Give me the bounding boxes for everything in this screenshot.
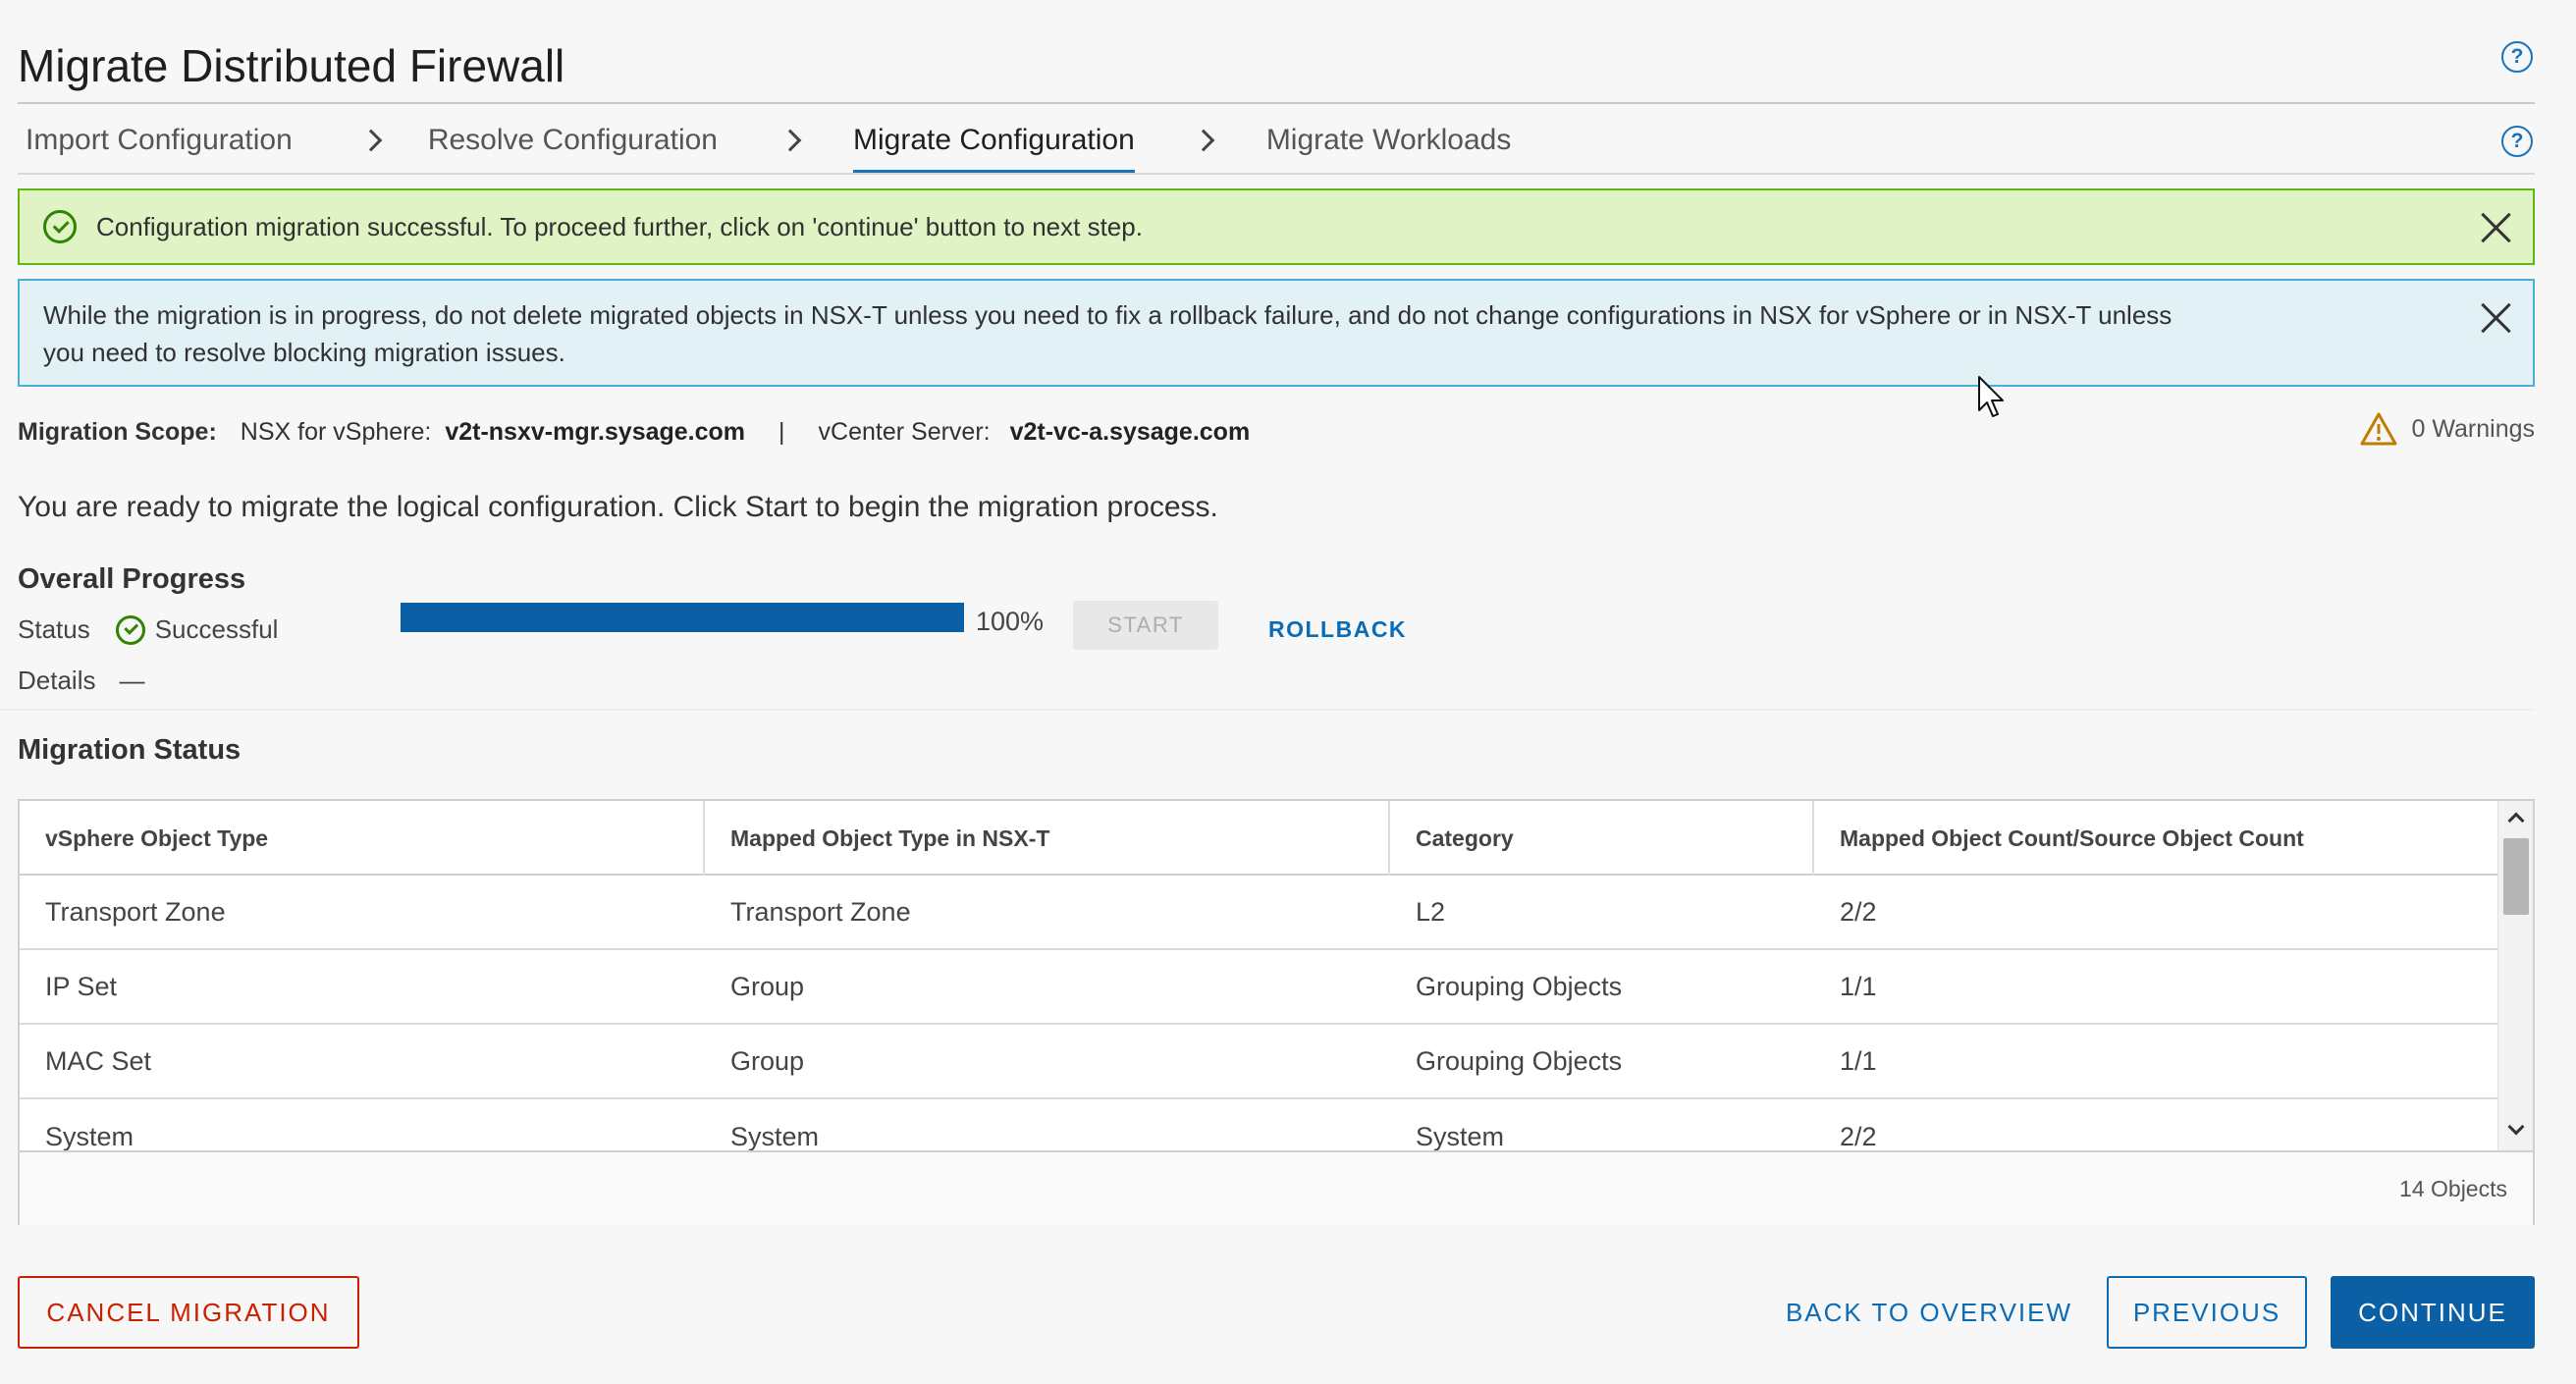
column-header[interactable]: Category: [1390, 801, 1814, 876]
table-cell: Group: [730, 1045, 805, 1076]
column-header[interactable]: vSphere Object Type: [20, 801, 705, 876]
table-row: Transport Zone Transport Zone L2 2/2: [20, 876, 2497, 950]
step-resolve-configuration[interactable]: Resolve Configuration: [428, 106, 718, 175]
ready-message: You are ready to migrate the logical con…: [18, 491, 1218, 523]
table-cell: Transport Zone: [45, 896, 226, 927]
mouse-cursor-icon: [1978, 376, 2004, 417]
info-alert: While the migration is in progress, do n…: [18, 279, 2535, 387]
table-footer: 14 Objects: [20, 1150, 2533, 1225]
back-to-overview-button[interactable]: BACK TO OVERVIEW: [1777, 1276, 2081, 1349]
overall-progress-heading: Overall Progress: [18, 563, 246, 595]
section-divider: [0, 709, 2535, 711]
table-cell: Grouping Objects: [1416, 971, 1623, 1001]
success-check-icon: [115, 614, 145, 645]
scroll-up-icon[interactable]: [2507, 812, 2525, 829]
migration-status-heading: Migration Status: [18, 734, 242, 766]
progress-bar-fill: [401, 603, 964, 632]
table-cell: Grouping Objects: [1416, 1045, 1623, 1076]
previous-button[interactable]: PREVIOUS: [2107, 1276, 2307, 1349]
cancel-migration-button[interactable]: CANCEL MIGRATION: [18, 1276, 359, 1349]
steps-divider: [18, 173, 2535, 175]
object-count: 14 Objects: [2399, 1176, 2507, 1201]
migration-status-table: vSphere Object Type Mapped Object Type i…: [18, 799, 2535, 1225]
table-cell: 1/1: [1840, 1045, 1877, 1076]
rollback-button[interactable]: ROLLBACK: [1268, 616, 1407, 643]
close-icon[interactable]: [2480, 212, 2511, 243]
nsx-label: NSX for vSphere:: [240, 418, 432, 446]
table-row: IP Set Group Grouping Objects 1/1: [20, 950, 2497, 1025]
details-value: —: [119, 665, 145, 695]
scroll-thumb[interactable]: [2503, 838, 2529, 915]
details-label: Details: [18, 665, 96, 695]
chevron-right-icon: [359, 129, 383, 152]
nsx-value: v2t-nsxv-mgr.sysage.com: [445, 418, 746, 446]
scope-label: Migration Scope:: [18, 418, 217, 446]
title-divider: [18, 102, 2535, 104]
table-row: MAC Set Group Grouping Objects 1/1: [20, 1025, 2497, 1099]
info-alert-text: While the migration is in progress, do n…: [43, 300, 2173, 367]
step-help-icon[interactable]: ?: [2501, 126, 2533, 157]
success-alert-text: Configuration migration successful. To p…: [96, 212, 1143, 241]
table-cell: Transport Zone: [730, 896, 911, 927]
help-icon[interactable]: ?: [2501, 41, 2533, 73]
overall-progress-bar: [401, 603, 964, 632]
chevron-right-icon: [778, 129, 802, 152]
table-body: Transport Zone Transport Zone L2 2/2 IP …: [20, 876, 2497, 1170]
vcenter-value: v2t-vc-a.sysage.com: [1009, 418, 1251, 446]
start-button[interactable]: START: [1073, 601, 1218, 650]
progress-percent: 100%: [976, 607, 1045, 636]
warning-icon: [2360, 412, 2397, 446]
status-value: Successful: [154, 614, 279, 644]
table-cell: Group: [730, 971, 805, 1001]
scroll-down-icon[interactable]: [2507, 1118, 2525, 1136]
table-header: vSphere Object Type Mapped Object Type i…: [20, 801, 2497, 876]
vcenter-label: vCenter Server:: [818, 418, 991, 446]
page-title: Migrate Distributed Firewall: [18, 40, 565, 91]
table-cell: 1/1: [1840, 971, 1877, 1001]
wizard-steps: Import Configuration Resolve Configurati…: [18, 106, 1511, 175]
success-alert: Configuration migration successful. To p…: [18, 188, 2535, 265]
table-cell: L2: [1416, 896, 1446, 927]
table-cell: IP Set: [45, 971, 118, 1001]
table-cell: 2/2: [1840, 896, 1877, 927]
column-header[interactable]: Mapped Object Type in NSX-T: [705, 801, 1390, 876]
table-cell: MAC Set: [45, 1045, 152, 1076]
continue-button[interactable]: CONTINUE: [2331, 1276, 2535, 1349]
scope-separator: |: [778, 418, 785, 446]
step-migrate-workloads[interactable]: Migrate Workloads: [1266, 106, 1512, 175]
status-row: Status Successful: [18, 614, 278, 645]
migration-scope: Migration Scope: NSX for vSphere: v2t-ns…: [18, 418, 1250, 447]
details-row: Details —: [18, 665, 144, 696]
warnings-count: 0 Warnings: [2411, 414, 2535, 443]
step-migrate-configuration[interactable]: Migrate Configuration: [852, 106, 1135, 175]
chevron-right-icon: [1192, 129, 1215, 152]
status-label: Status: [18, 614, 90, 644]
table-scrollbar[interactable]: [2497, 801, 2533, 1150]
success-check-icon: [43, 210, 77, 243]
step-import-configuration[interactable]: Import Configuration: [26, 106, 293, 175]
column-header[interactable]: Mapped Object Count/Source Object Count: [1814, 801, 2497, 876]
warnings-link[interactable]: 0 Warnings: [2360, 412, 2535, 446]
close-icon[interactable]: [2480, 302, 2511, 334]
